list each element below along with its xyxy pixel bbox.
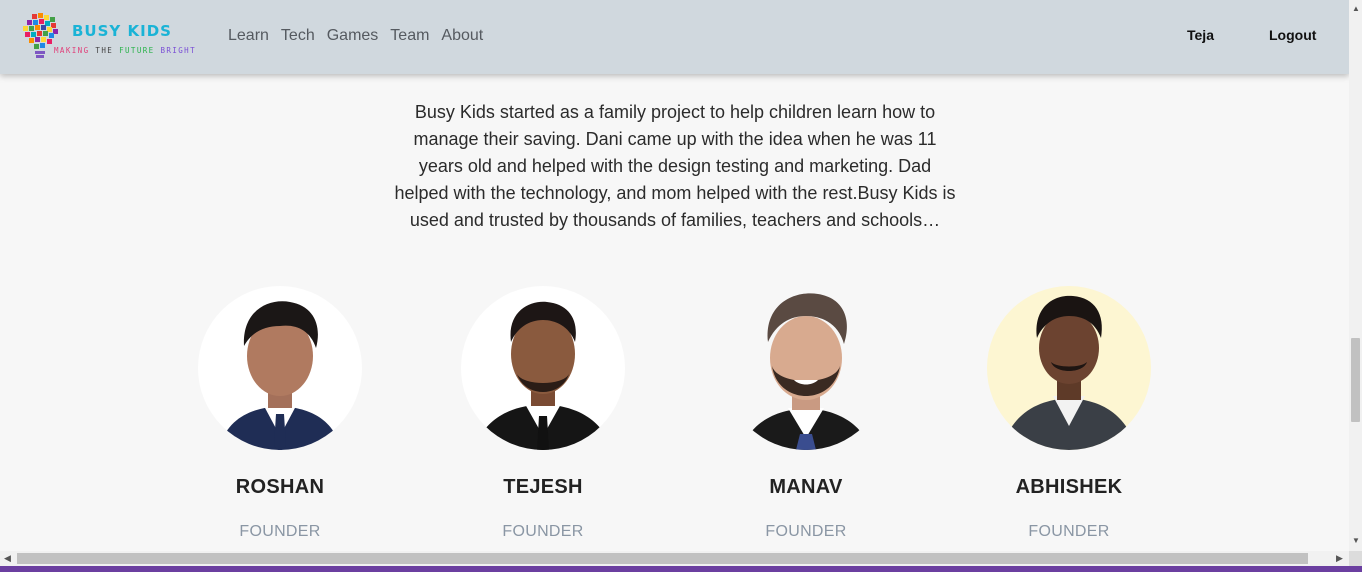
user-name-link[interactable]: Teja xyxy=(1187,27,1214,43)
member-role: FOUNDER xyxy=(502,523,584,540)
member-name: ABHISHEK xyxy=(1015,476,1123,498)
scroll-left-arrow-icon[interactable]: ◀ xyxy=(4,553,11,564)
person-photo-icon xyxy=(461,286,625,450)
logout-button[interactable]: Logout xyxy=(1269,27,1316,43)
taskbar-edge xyxy=(0,566,1362,572)
member-name: ROSHAN xyxy=(235,476,325,498)
about-intro-text: Busy Kids started as a family project to… xyxy=(394,102,956,230)
vertical-scroll-thumb[interactable] xyxy=(1351,338,1360,422)
nav-link-about[interactable]: About xyxy=(435,25,489,47)
page-viewport: BUSY KIDS MAKING THE FUTURE BRIGHT Learn… xyxy=(0,0,1349,551)
nav-link-tech[interactable]: Tech xyxy=(275,25,321,47)
scroll-right-arrow-icon[interactable]: ▶ xyxy=(1336,553,1343,564)
person-photo-icon xyxy=(987,286,1151,450)
nav-link-learn[interactable]: Learn xyxy=(222,25,275,47)
vertical-scrollbar[interactable]: ▲ ▼ xyxy=(1349,0,1362,551)
member-role: FOUNDER xyxy=(239,523,321,540)
member-avatar xyxy=(724,286,888,450)
member-name: MANAV xyxy=(769,476,843,498)
member-avatar xyxy=(198,286,362,450)
brand-tagline: MAKING THE FUTURE BRIGHT xyxy=(54,46,197,55)
member-role: FOUNDER xyxy=(765,523,847,540)
team-member-card: MANAV FOUNDER xyxy=(706,286,906,541)
horizontal-scrollbar[interactable]: ◀ ▶ xyxy=(0,551,1349,566)
nav-link-team[interactable]: Team xyxy=(384,25,435,47)
scrollbar-corner xyxy=(1349,551,1362,566)
member-avatar xyxy=(987,286,1151,450)
team-member-card: ROSHAN FOUNDER xyxy=(180,286,380,541)
team-member-card: ABHISHEK FOUNDER xyxy=(969,286,1169,541)
scroll-down-arrow-icon[interactable]: ▼ xyxy=(1352,536,1360,545)
brand-logo[interactable]: BUSY KIDS MAKING THE FUTURE BRIGHT xyxy=(18,10,197,62)
member-role: FOUNDER xyxy=(1028,523,1110,540)
horizontal-scroll-thumb[interactable] xyxy=(17,553,1308,564)
team-member-card: TEJESH FOUNDER xyxy=(443,286,643,541)
member-avatar xyxy=(461,286,625,450)
person-photo-icon xyxy=(724,286,888,450)
nav-link-games[interactable]: Games xyxy=(321,25,385,47)
person-photo-icon xyxy=(198,286,362,450)
main-nav: Learn Tech Games Team About xyxy=(222,25,489,47)
navbar: BUSY KIDS MAKING THE FUTURE BRIGHT Learn… xyxy=(0,0,1349,74)
brand-title: BUSY KIDS xyxy=(72,22,172,40)
member-name: TEJESH xyxy=(503,476,583,498)
scroll-up-arrow-icon[interactable]: ▲ xyxy=(1352,4,1360,13)
